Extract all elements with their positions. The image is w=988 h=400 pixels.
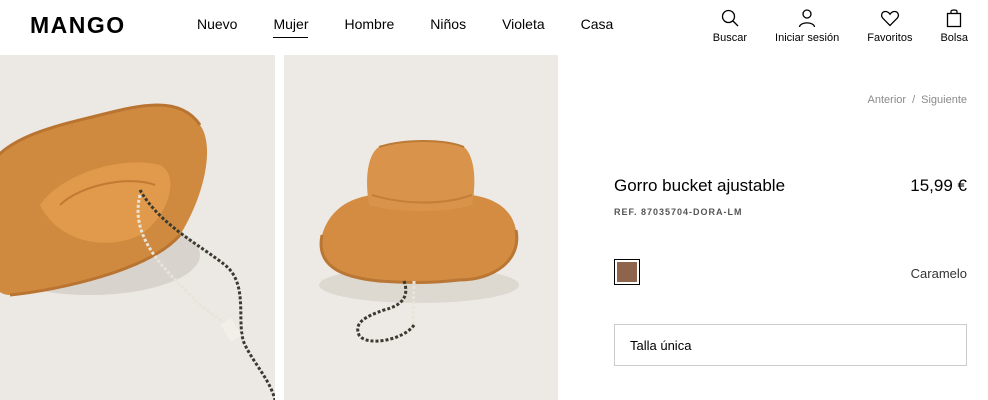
size-selector[interactable]: Talla única: [614, 324, 967, 366]
color-swatch-button[interactable]: [614, 259, 640, 285]
search-icon: [721, 9, 739, 27]
nav-item-hombre[interactable]: Hombre: [344, 16, 394, 38]
search-button[interactable]: Buscar: [713, 8, 747, 44]
brand-logo[interactable]: MANGO: [30, 12, 126, 39]
previous-link[interactable]: Anterior: [868, 94, 907, 106]
favorites-button[interactable]: Favoritos: [867, 8, 912, 44]
header-actions: Buscar Iniciar sesión Favoritos Bolsa: [685, 8, 968, 44]
favorites-label: Favoritos: [867, 32, 913, 44]
product-pager: Anterior / Siguiente: [868, 94, 967, 106]
nav-item-mujer[interactable]: Mujer: [273, 16, 309, 38]
product-title: Gorro bucket ajustable: [614, 176, 786, 195]
color-swatch: [617, 262, 637, 282]
nav-item-nuevo[interactable]: Nuevo: [197, 16, 237, 38]
nav-item-violeta[interactable]: Violeta: [502, 16, 545, 38]
next-link[interactable]: Siguiente: [921, 94, 967, 106]
product-image-2[interactable]: [284, 55, 558, 400]
login-label: Iniciar sesión: [775, 32, 840, 44]
product-image-1[interactable]: [0, 55, 275, 400]
nav-item-casa[interactable]: Casa: [581, 16, 614, 38]
product-price: 15,99 €: [910, 176, 967, 195]
hat-flat-image: [0, 55, 275, 400]
bag-button[interactable]: Bolsa: [940, 8, 968, 44]
pager-separator: /: [912, 94, 916, 106]
search-label: Buscar: [712, 32, 748, 44]
bag-icon: [947, 9, 962, 28]
product-reference: REF. 87035704-DORA-LM: [614, 207, 743, 217]
main-nav: Nuevo Mujer Hombre Niños Violeta Casa: [197, 16, 649, 38]
hat-standing-image: [284, 55, 558, 400]
login-button[interactable]: Iniciar sesión: [775, 8, 839, 44]
nav-item-ninos[interactable]: Niños: [430, 16, 466, 38]
site-header: MANGO Nuevo Mujer Hombre Niños Violeta C…: [0, 0, 988, 55]
heart-icon: [880, 10, 899, 27]
color-name: Caramelo: [910, 266, 967, 281]
user-icon: [798, 9, 816, 28]
bag-label: Bolsa: [940, 32, 968, 44]
